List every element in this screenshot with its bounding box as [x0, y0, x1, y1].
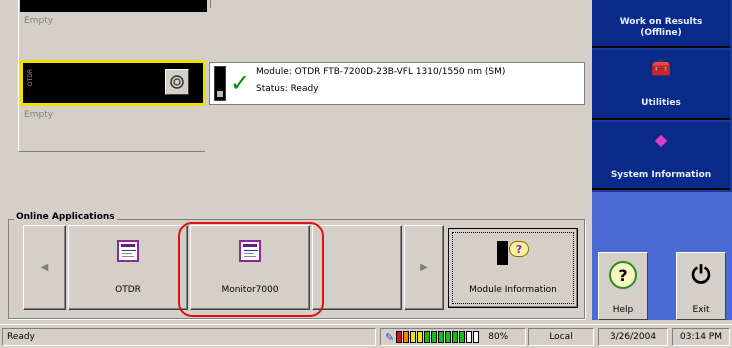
work-on-results-label: Work on Results (Offline): [619, 17, 703, 38]
toolbox-icon: 🧰: [651, 58, 671, 77]
status-bar: Ready ✎ 80% Local 3/26/2004 03:14 PM: [0, 324, 732, 348]
module-icon: [497, 241, 508, 265]
battery-segment: [403, 331, 410, 343]
system-info-icon: ◆: [654, 130, 668, 149]
battery-segment: [466, 331, 473, 343]
battery-segment: [410, 331, 417, 343]
battery-segment: [473, 331, 480, 343]
date-text: 3/26/2004: [598, 328, 668, 346]
module-status: Status: Ready: [256, 84, 319, 94]
location-text: Local: [528, 328, 594, 346]
module-information-button[interactable]: ? Module Information: [448, 228, 578, 308]
system-information-button[interactable]: ◆ System Information: [592, 122, 730, 190]
module-information-label: Module Information: [469, 285, 557, 295]
battery-segment: [424, 331, 431, 343]
app-otdr-button[interactable]: OTDR: [68, 225, 188, 310]
utilities-label: Utilities: [641, 98, 681, 108]
help-label: Help: [612, 305, 634, 315]
battery-indicator: ✎ 80%: [380, 328, 526, 346]
battery-segment: [452, 331, 459, 343]
module-icon: [214, 66, 226, 101]
slot-2-label: OTDR: [27, 69, 34, 87]
module-name: Module: OTDR FTB-7200D-23B-VFL 1310/1550…: [256, 67, 506, 77]
plug-icon: ✎: [385, 330, 395, 344]
help-button[interactable]: ? Help: [598, 252, 648, 320]
utilities-button[interactable]: 🧰 Utilities: [592, 50, 730, 120]
exit-button[interactable]: ⏻ Exit: [676, 252, 726, 320]
arrow-left-icon: ◀: [40, 262, 49, 273]
slot-2-connector-button[interactable]: [165, 69, 189, 95]
battery-segment: [417, 331, 424, 343]
power-icon: ⏻: [691, 261, 711, 289]
battery-percent: 80%: [488, 332, 509, 342]
scroll-right-button[interactable]: ▶: [404, 225, 444, 310]
divider: [210, 0, 211, 8]
battery-segment: [431, 331, 438, 343]
arrow-right-icon: ▶: [420, 262, 428, 273]
module-info-panel: ✓ Module: OTDR FTB-7200D-23B-VFL 1310/15…: [209, 62, 585, 105]
battery-segment: [445, 331, 452, 343]
app-empty-slot: [312, 225, 402, 310]
system-information-label: System Information: [610, 170, 712, 180]
battery-segment: [459, 331, 466, 343]
app-otdr-label: OTDR: [115, 285, 141, 295]
slot-3-empty-text: Empty: [24, 110, 54, 120]
battery-meter: [396, 331, 480, 343]
check-icon: ✓: [230, 69, 251, 97]
time-text: 03:14 PM: [672, 328, 730, 346]
online-applications-title: Online Applications: [14, 212, 117, 222]
work-on-results-button[interactable]: Work on Results (Offline): [592, 0, 730, 48]
help-icon: ?: [609, 261, 637, 289]
slot-2-otdr[interactable]: OTDR: [20, 60, 206, 106]
highlight-annotation: [178, 222, 324, 317]
status-text: Ready: [2, 328, 376, 346]
slot-1-empty-text: Empty: [24, 16, 54, 26]
question-bubble-icon: ?: [509, 241, 529, 257]
exit-label: Exit: [692, 305, 710, 315]
battery-segment: [396, 331, 403, 343]
battery-segment: [438, 331, 445, 343]
slot-1[interactable]: [20, 0, 207, 12]
otdr-app-icon: [117, 240, 139, 262]
connector-icon: [170, 75, 184, 89]
scroll-left-button[interactable]: ◀: [23, 225, 66, 310]
